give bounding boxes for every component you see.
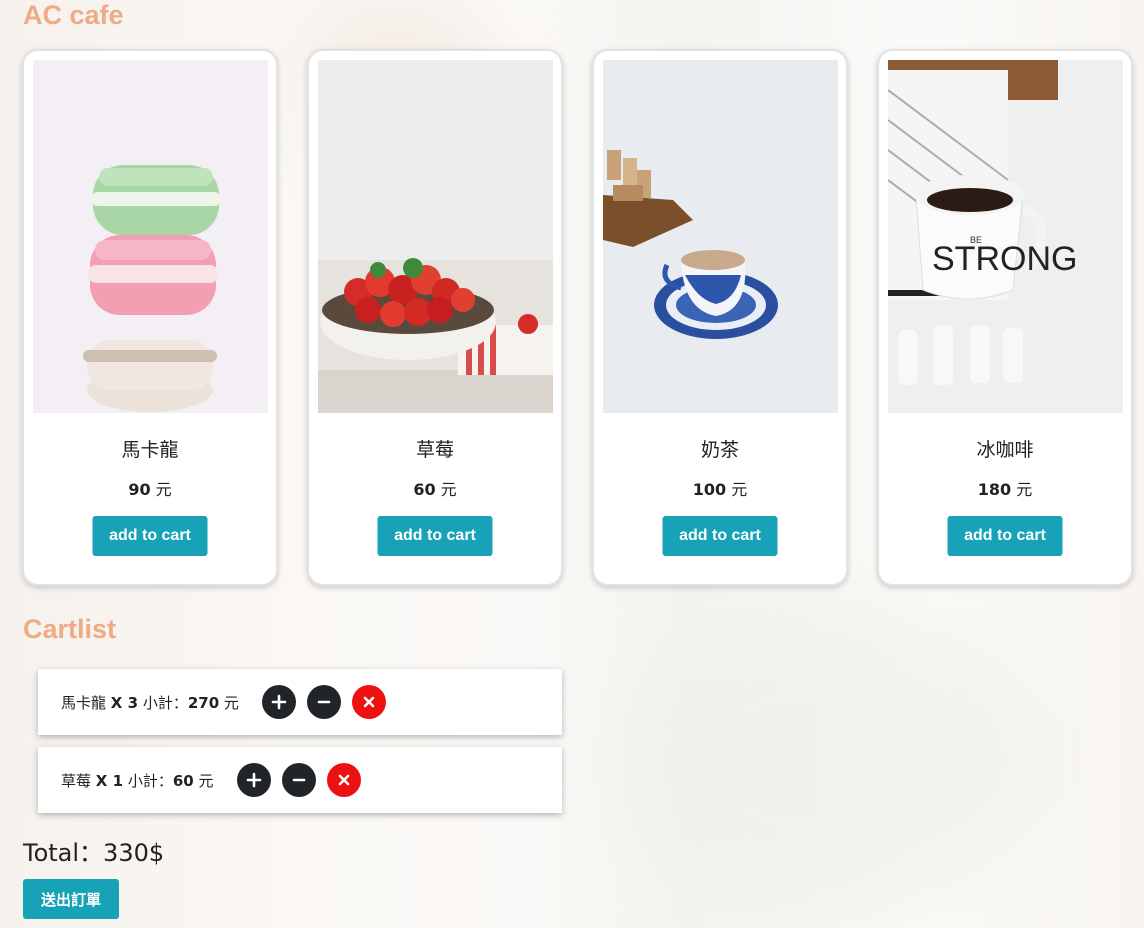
cart-item-subtotal-label: 小計： — [127, 771, 173, 790]
cart-item-text: 馬卡龍 X 3 小計：270 元 — [61, 692, 239, 713]
cart-item-unit: 元 — [223, 693, 239, 712]
product-price: 180 元 — [879, 476, 1131, 500]
product-list: 馬卡龍 90 元 add to cart 草莓 60 元 add to cart… — [22, 49, 1133, 586]
background-decoration — [620, 600, 1040, 920]
site-title: AC cafe — [23, 0, 124, 30]
cart-item-text: 草莓 X 1 小計：60 元 — [61, 770, 214, 791]
decrease-quantity-button[interactable] — [281, 763, 316, 797]
submit-order-button[interactable]: 送出訂單 — [23, 879, 119, 919]
price-value: 180 — [977, 480, 1012, 499]
cart-item-subtotal: 60 — [172, 771, 194, 790]
product-name: 馬卡龍 — [121, 439, 179, 461]
price-value: 60 — [413, 480, 436, 499]
add-to-cart-button[interactable]: add to cart — [947, 516, 1063, 556]
add-to-cart-button[interactable]: add to cart — [377, 516, 493, 556]
product-name: 奶茶 — [700, 439, 739, 461]
cart-title: Cartlist — [23, 614, 117, 644]
cart-item-name: 草莓 — [61, 771, 92, 790]
price-unit: 元 — [1016, 480, 1033, 499]
increase-quantity-button[interactable] — [261, 685, 296, 719]
add-to-cart-button[interactable]: add to cart — [662, 516, 778, 556]
add-to-cart-button[interactable]: add to cart — [92, 516, 208, 556]
product-card: 奶茶 100 元 add to cart — [592, 49, 848, 586]
cart-total: Total：330$ — [23, 839, 165, 867]
plus-icon — [271, 694, 287, 710]
minus-icon — [292, 778, 305, 782]
cart-item-qty: X 1 — [95, 771, 124, 790]
minus-icon — [317, 700, 331, 704]
product-price: 90 元 — [24, 476, 276, 500]
price-unit: 元 — [731, 480, 748, 499]
product-card: STRONG BE 冰咖啡 180 元 add to cart — [877, 49, 1133, 586]
cart-item: 馬卡龍 X 3 小計：270 元 — [38, 669, 562, 735]
plus-icon — [246, 772, 261, 788]
close-icon — [363, 696, 375, 708]
product-card: 草莓 60 元 add to cart — [307, 49, 563, 586]
product-name: 草莓 — [415, 439, 454, 461]
price-value: 90 — [128, 480, 151, 499]
cart-item-name: 馬卡龍 — [61, 693, 107, 712]
price-value: 100 — [692, 480, 727, 499]
svg-text:STRONG: STRONG — [932, 240, 1077, 278]
product-image-coffee-mug: STRONG BE — [888, 60, 1123, 413]
remove-item-button[interactable] — [326, 763, 361, 797]
product-card: 馬卡龍 90 元 add to cart — [22, 49, 278, 586]
decrease-quantity-button[interactable] — [306, 685, 341, 719]
price-unit: 元 — [155, 480, 172, 499]
close-icon — [338, 774, 349, 786]
cart-item-unit: 元 — [198, 771, 214, 790]
cart-item-subtotal-label: 小計： — [142, 693, 188, 712]
product-image-macarons — [33, 60, 268, 413]
product-name: 冰咖啡 — [976, 439, 1034, 461]
cart-item-qty: X 3 — [110, 693, 139, 712]
product-price: 100 元 — [594, 476, 846, 500]
cart-item-subtotal: 270 — [187, 693, 220, 712]
product-image-strawberries — [318, 60, 553, 413]
price-unit: 元 — [440, 480, 457, 499]
increase-quantity-button[interactable] — [236, 763, 271, 797]
cart-item: 草莓 X 1 小計：60 元 — [38, 747, 562, 813]
product-image-milk-tea — [603, 60, 838, 413]
svg-text:BE: BE — [970, 235, 982, 245]
product-price: 60 元 — [309, 476, 561, 500]
remove-item-button[interactable] — [351, 685, 386, 719]
